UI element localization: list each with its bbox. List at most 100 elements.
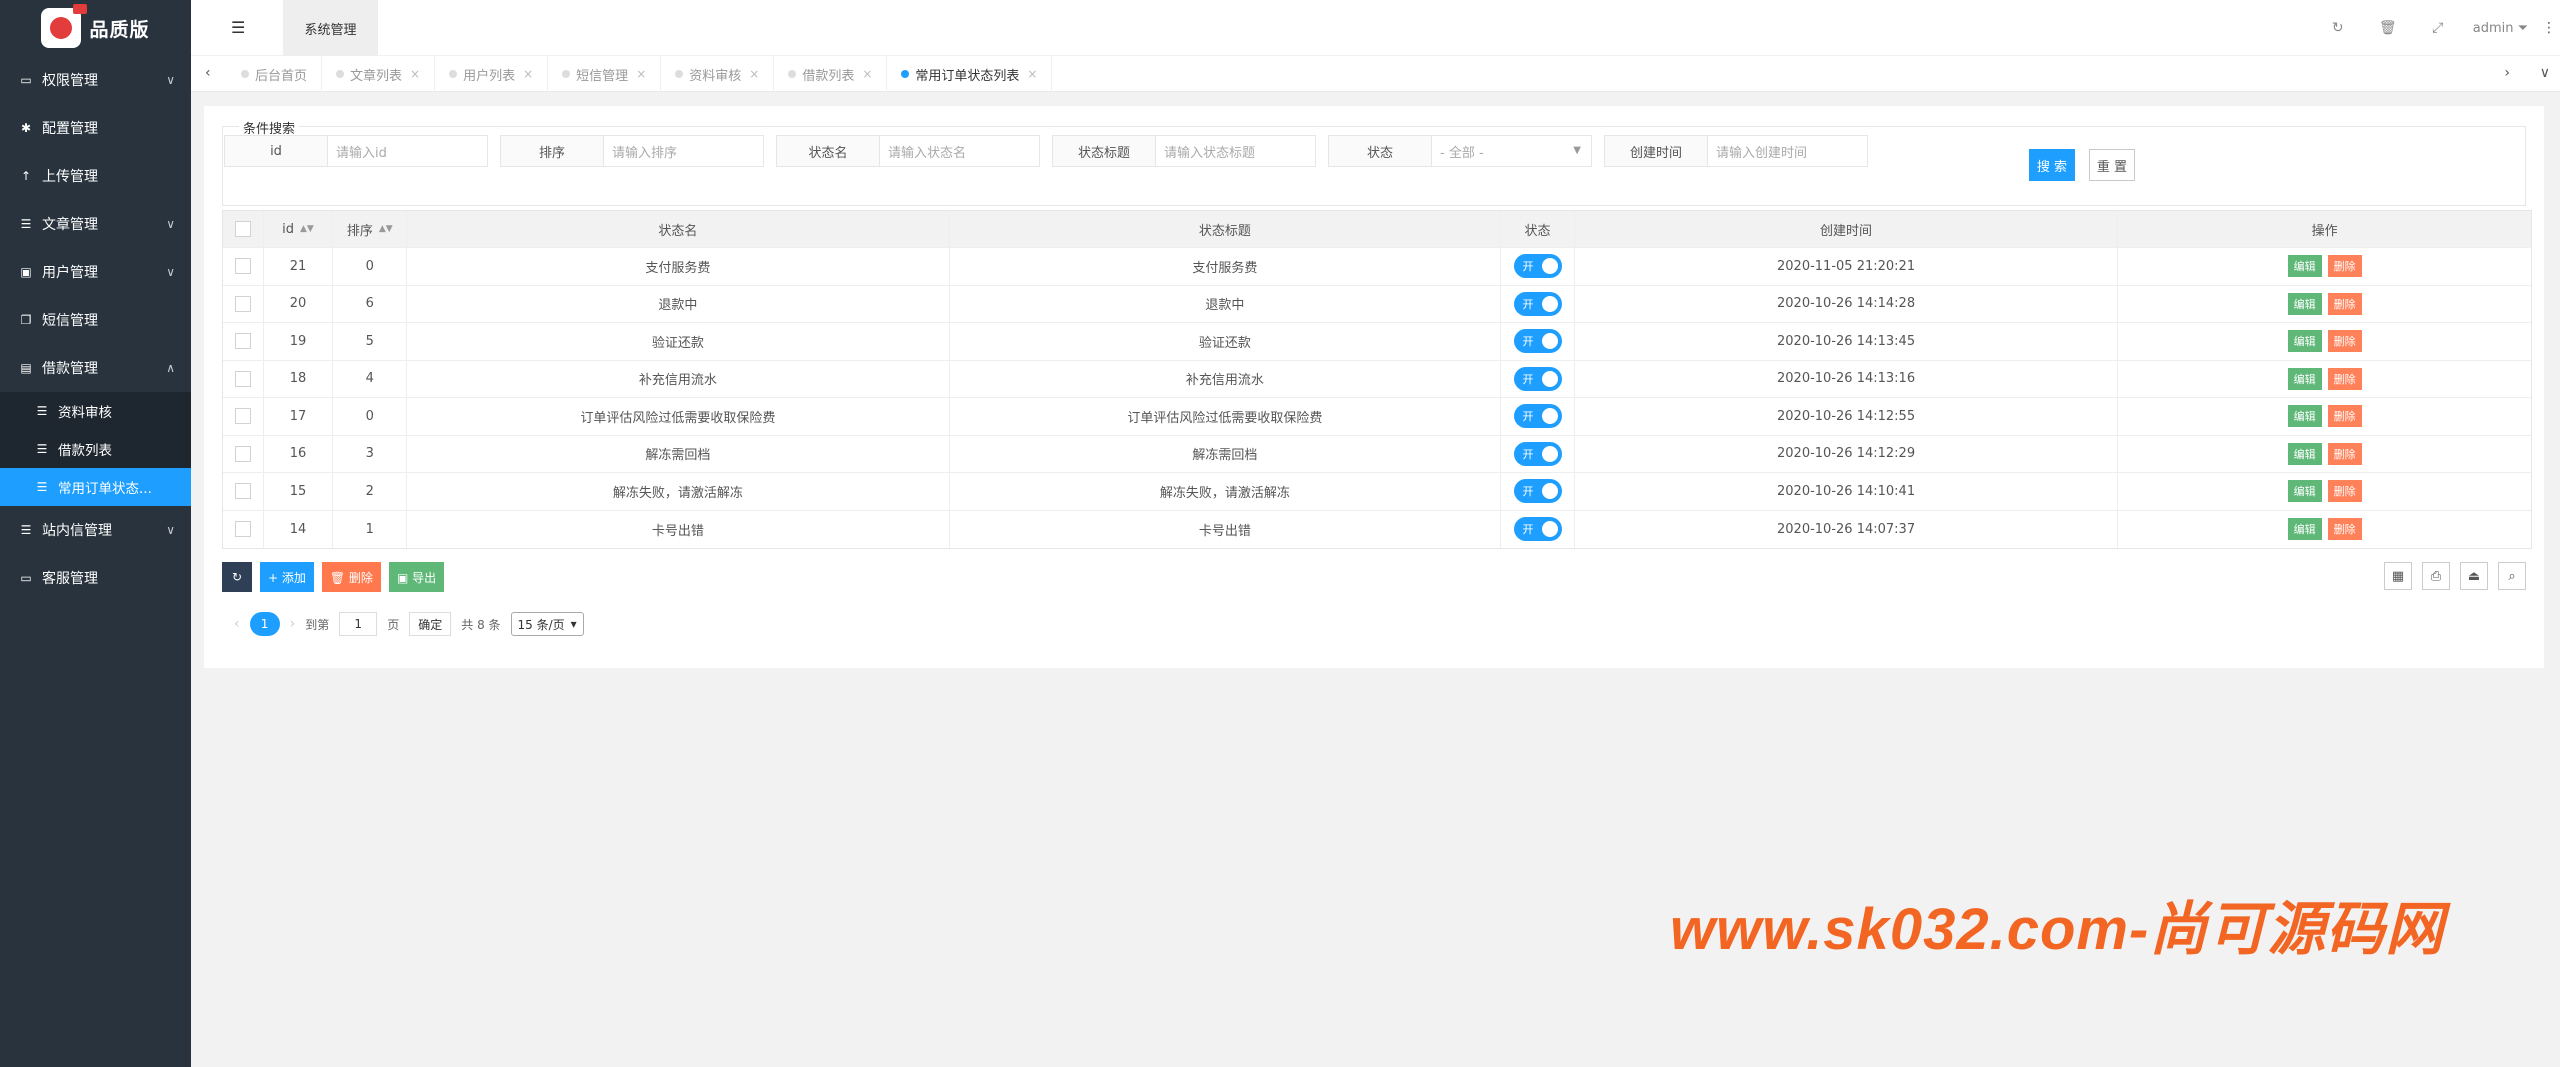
table-row: 20 6 退款中 退款中开 2020-10-26 14:14:28 编辑 删除 bbox=[223, 285, 2531, 323]
sidebar-subitem-review[interactable]: ☰ 资料审核 bbox=[0, 392, 191, 430]
tab-users[interactable]: 用户列表 × bbox=[435, 56, 549, 92]
row-checkbox[interactable] bbox=[234, 370, 251, 387]
tab-review[interactable]: 资料审核 × bbox=[661, 56, 775, 92]
status-toggle[interactable]: 开 bbox=[1513, 329, 1562, 354]
next-page-icon[interactable]: › bbox=[290, 616, 296, 632]
table-row: 19 5 验证还款 验证还款开 2020-10-26 14:13:45 编辑 删除 bbox=[223, 323, 2531, 361]
edit-button[interactable]: 编辑 bbox=[2287, 367, 2322, 390]
chevron-left-icon[interactable]: ‹ bbox=[205, 65, 211, 81]
cell-created: 2020-10-26 14:14:28 bbox=[1575, 285, 2119, 322]
cell-sort: 2 bbox=[333, 473, 408, 510]
delete-row-button[interactable]: 删除 bbox=[2327, 518, 2362, 541]
delete-row-button[interactable]: 删除 bbox=[2327, 330, 2362, 353]
sidebar-item-service[interactable]: ▭ 客服管理 bbox=[0, 554, 191, 602]
column-header-id[interactable]: id ▲▼ bbox=[264, 211, 334, 247]
sidebar-item-users[interactable]: ▣ 用户管理 ∨ bbox=[0, 248, 191, 296]
tab-sms[interactable]: 短信管理 × bbox=[548, 56, 662, 92]
sidebar-item-config[interactable]: ✱ 配置管理 bbox=[0, 104, 191, 152]
status-toggle[interactable]: 开 bbox=[1513, 254, 1562, 279]
delete-button[interactable]: 🗑 删除 bbox=[321, 562, 381, 592]
sidebar-subitem-loan-list[interactable]: ☰ 借款列表 bbox=[0, 430, 191, 468]
delete-row-button[interactable]: 删除 bbox=[2327, 480, 2362, 503]
tab-loans[interactable]: 借款列表 × bbox=[774, 56, 888, 92]
tab-articles[interactable]: 文章列表 × bbox=[322, 56, 436, 92]
sidebar-item-articles[interactable]: ☰ 文章管理 ∨ bbox=[0, 200, 191, 248]
row-checkbox[interactable] bbox=[234, 408, 251, 425]
sidebar-item-permissions[interactable]: ▭ 权限管理 ∨ bbox=[0, 56, 191, 104]
close-icon[interactable]: × bbox=[862, 67, 872, 81]
columns-icon[interactable]: ▦ bbox=[2384, 562, 2412, 590]
close-icon[interactable]: × bbox=[749, 67, 759, 81]
print-icon[interactable]: ⎙ bbox=[2422, 562, 2450, 590]
edit-button[interactable]: 编辑 bbox=[2287, 330, 2322, 353]
page-confirm-button[interactable]: 确定 bbox=[409, 612, 452, 636]
status-toggle[interactable]: 开 bbox=[1513, 291, 1562, 316]
export-icon[interactable]: ⏏ bbox=[2460, 562, 2488, 590]
edit-button[interactable]: 编辑 bbox=[2287, 480, 2322, 503]
row-checkbox[interactable] bbox=[234, 521, 251, 538]
status-name-input[interactable]: 请输入状态名 bbox=[880, 135, 1040, 167]
column-header-created: 创建时间 bbox=[1575, 211, 2119, 247]
edit-button[interactable]: 编辑 bbox=[2287, 442, 2322, 465]
status-toggle[interactable]: 开 bbox=[1513, 479, 1562, 504]
sidebar-item-upload[interactable]: ↑ 上传管理 bbox=[0, 152, 191, 200]
sidebar-item-messages[interactable]: ☰ 站内信管理 ∨ bbox=[0, 506, 191, 554]
tab-order-status[interactable]: 常用订单状态列表 × bbox=[887, 56, 1053, 92]
select-all-checkbox[interactable] bbox=[234, 221, 251, 237]
row-checkbox[interactable] bbox=[234, 483, 251, 500]
reset-button[interactable]: 重 置 bbox=[2089, 149, 2135, 181]
close-icon[interactable]: × bbox=[410, 67, 420, 81]
close-icon[interactable]: × bbox=[1027, 67, 1037, 81]
page-input[interactable]: 1 bbox=[339, 612, 378, 636]
id-input[interactable]: 请输入id bbox=[328, 135, 488, 167]
logo[interactable]: 品质版 bbox=[0, 0, 191, 56]
status-title-input[interactable]: 请输入状态标题 bbox=[1156, 135, 1316, 167]
tab-home[interactable]: 后台首页 bbox=[227, 56, 323, 92]
tab-label: 资料审核 bbox=[689, 68, 742, 84]
edit-button[interactable]: 编辑 bbox=[2287, 405, 2322, 428]
status-toggle[interactable]: 开 bbox=[1513, 366, 1562, 391]
search-button[interactable]: 搜 索 bbox=[2029, 149, 2075, 181]
add-button[interactable]: + 添加 bbox=[260, 562, 314, 592]
sidebar-item-loans[interactable]: ▤ 借款管理 ∧ bbox=[0, 344, 191, 392]
status-select[interactable]: - 全部 - ▼ bbox=[1432, 135, 1592, 167]
fullscreen-icon[interactable]: ⤢ bbox=[2413, 20, 2463, 36]
row-checkbox[interactable] bbox=[234, 258, 251, 275]
row-checkbox[interactable] bbox=[234, 445, 251, 462]
sort-input[interactable]: 请输入排序 bbox=[604, 135, 764, 167]
menu-toggle-icon[interactable]: ☰ bbox=[231, 18, 245, 37]
prev-page-icon[interactable]: ‹ bbox=[234, 616, 240, 632]
top-tab-system[interactable]: 系统管理 bbox=[283, 0, 378, 56]
more-icon[interactable]: ⋮ bbox=[2538, 20, 2560, 36]
column-header-sort[interactable]: 排序 ▲▼ bbox=[333, 211, 408, 247]
trash-icon[interactable]: 🗑 bbox=[2363, 20, 2413, 36]
delete-row-button[interactable]: 删除 bbox=[2327, 367, 2362, 390]
chevron-right-icon[interactable]: › bbox=[2504, 65, 2510, 81]
refresh-icon[interactable]: ↻ bbox=[2313, 20, 2363, 36]
delete-row-button[interactable]: 删除 bbox=[2327, 255, 2362, 278]
row-checkbox[interactable] bbox=[234, 295, 251, 312]
status-toggle[interactable]: 开 bbox=[1513, 404, 1562, 429]
edit-button[interactable]: 编辑 bbox=[2287, 255, 2322, 278]
sidebar-subitem-order-status[interactable]: ☰ 常用订单状态... bbox=[0, 468, 191, 506]
delete-row-button[interactable]: 删除 bbox=[2327, 292, 2362, 315]
sidebar-item-sms[interactable]: ❐ 短信管理 bbox=[0, 296, 191, 344]
user-menu[interactable]: admin ⏷ bbox=[2473, 21, 2528, 36]
per-page-select[interactable]: 15 条/页 ▾ bbox=[510, 612, 584, 636]
edit-button[interactable]: 编辑 bbox=[2287, 292, 2322, 315]
export-button[interactable]: ▣ 导出 bbox=[388, 562, 445, 592]
status-toggle[interactable]: 开 bbox=[1513, 441, 1562, 466]
row-checkbox[interactable] bbox=[234, 333, 251, 350]
created-time-input[interactable]: 请输入创建时间 bbox=[1708, 135, 1868, 167]
current-page[interactable]: 1 bbox=[249, 612, 280, 636]
edit-button[interactable]: 编辑 bbox=[2287, 518, 2322, 541]
chevron-down-icon[interactable]: ∨ bbox=[2540, 65, 2550, 81]
close-icon[interactable]: × bbox=[523, 67, 533, 81]
delete-row-button[interactable]: 删除 bbox=[2327, 405, 2362, 428]
search-icon[interactable]: ⌕ bbox=[2498, 562, 2526, 590]
status-toggle[interactable]: 开 bbox=[1513, 517, 1562, 542]
close-icon[interactable]: × bbox=[636, 67, 646, 81]
refresh-button[interactable]: ↻ bbox=[222, 562, 252, 592]
cell-id: 18 bbox=[264, 360, 334, 397]
delete-row-button[interactable]: 删除 bbox=[2327, 442, 2362, 465]
